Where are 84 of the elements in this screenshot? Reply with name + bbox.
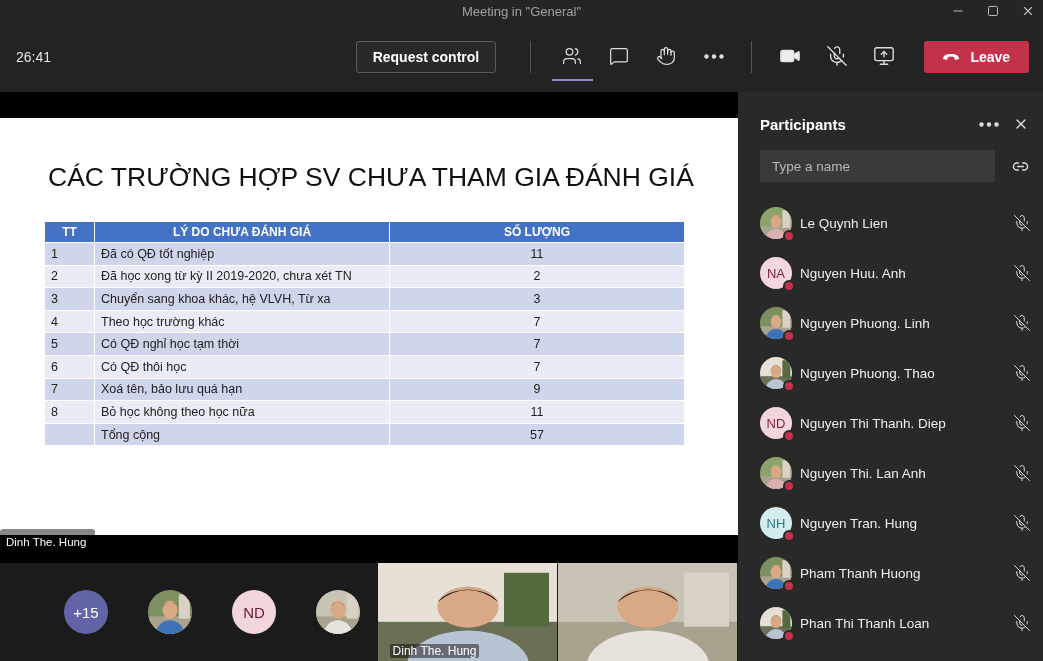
- table-cell: Có QĐ nghỉ học tạm thời: [94, 332, 390, 356]
- slide-title: CÁC TRƯỜNG HỢP SV CHƯA THAM GIA ĐÁNH GIÁ: [48, 162, 695, 193]
- table-cell: 57: [389, 423, 685, 446]
- video-name: Dinh The. Hung: [389, 644, 480, 658]
- table-cell: [44, 423, 95, 446]
- status-dot: [783, 380, 795, 392]
- table-cell: 7: [389, 332, 685, 356]
- table-cell: 8: [44, 400, 95, 424]
- mic-off-icon: [1013, 564, 1031, 582]
- mic-off-icon: [1013, 514, 1031, 532]
- avatar-initials: NA: [760, 257, 792, 289]
- window-title: Meeting in "General": [461, 3, 582, 19]
- more-participants-count[interactable]: +15: [64, 590, 108, 634]
- table-cell: Theo học trường khác: [94, 310, 390, 333]
- mic-off-icon: [1013, 314, 1031, 332]
- table-cell: 7: [389, 310, 685, 333]
- table-cell: 11: [389, 400, 685, 424]
- leave-button[interactable]: Leave: [923, 41, 1029, 73]
- presenter-name: Dinh The. Hung: [6, 536, 87, 548]
- more-icon: [703, 53, 724, 59]
- status-dot: [783, 430, 795, 442]
- table-cell: Đã học xong từ kỳ II 2019-2020, chưa xét TN: [94, 265, 390, 288]
- participant-name: Nguyen Thi. Lan Anh: [800, 465, 927, 481]
- participant-name: Nguyen Phuong. Linh: [800, 315, 931, 331]
- status-dot: [783, 230, 795, 242]
- table-cell: 9: [389, 378, 685, 401]
- participant-name: Pham Thanh Huong: [800, 565, 922, 581]
- participant-initials: ND: [232, 590, 276, 634]
- mic-off-icon: [1013, 464, 1031, 482]
- table-cell: 3: [389, 287, 685, 311]
- search-field[interactable]: Type a name: [760, 150, 995, 182]
- participant-name: Nguyen Huu. Anh: [800, 265, 907, 281]
- mic-off-icon: [1013, 414, 1031, 432]
- mic-off-icon: [1013, 214, 1031, 232]
- chat-icon: [609, 46, 630, 66]
- participant-name: Phan Thi Thanh Loan: [800, 615, 931, 631]
- table-cell: 5: [44, 332, 95, 356]
- mic-off-icon: [825, 45, 848, 67]
- mic-off-icon: [1013, 364, 1031, 382]
- status-dot: [783, 480, 795, 492]
- status-dot: [783, 330, 795, 342]
- table-cell: 6: [44, 355, 95, 379]
- table-cell: 1: [44, 242, 95, 266]
- table-cell: Tổng cộng: [94, 423, 390, 446]
- table-cell: Đã có QĐ tốt nghiệp: [94, 242, 390, 266]
- share-screen-icon: [873, 45, 896, 67]
- table-cell: Bỏ học không theo học nữa: [94, 400, 390, 424]
- participant-name: Nguyen Phuong. Thao: [800, 365, 936, 381]
- avatar-initials: ND: [760, 407, 792, 439]
- participant-name: Nguyen Tran. Hung: [800, 515, 919, 531]
- status-dot: [783, 630, 795, 642]
- table-cell: 7: [389, 355, 685, 379]
- mic-off-icon: [1013, 264, 1031, 282]
- table-cell: Chuyển sang khoa khác, hệ VLVH, Từ xa: [94, 287, 390, 311]
- close-icon: [1021, 4, 1035, 18]
- more-options-button[interactable]: [979, 121, 999, 127]
- status-dot: [783, 280, 795, 292]
- hand-icon: [656, 46, 677, 66]
- status-dot: [783, 580, 795, 592]
- table-cell: 4: [44, 310, 95, 333]
- table-cell: 3: [44, 287, 95, 311]
- people-icon: [562, 46, 583, 66]
- phone-icon: [942, 53, 961, 61]
- more-icon: [979, 121, 999, 127]
- request-control-button[interactable]: Request control: [356, 41, 496, 73]
- panel-title: Participants: [760, 115, 847, 133]
- participant-name: Le Quynh Lien: [800, 215, 889, 231]
- table-cell: 7: [44, 378, 95, 401]
- table-cell: 2: [44, 265, 95, 288]
- close-button[interactable]: [1021, 4, 1035, 18]
- column-header: SỐ LƯỢNG: [389, 221, 685, 243]
- maximize-button[interactable]: [987, 5, 999, 17]
- avatar-initials: NH: [760, 507, 792, 539]
- mic-off-icon: [1013, 614, 1031, 632]
- table-cell: Có QĐ thôi học: [94, 355, 390, 379]
- meeting-timer: 26:41: [16, 49, 53, 65]
- participant-name: Nguyen Thi Thanh. Diep: [800, 415, 947, 431]
- column-header: LÝ DO CHƯA ĐÁNH GIÁ: [94, 221, 390, 243]
- table-cell: Xoá tên, bảo lưu quá hạn: [94, 378, 390, 401]
- column-header: TT: [44, 221, 95, 243]
- maximize-icon: [987, 5, 999, 17]
- table-cell: 11: [389, 242, 685, 266]
- table-cell: 2: [389, 265, 685, 288]
- status-dot: [783, 530, 795, 542]
